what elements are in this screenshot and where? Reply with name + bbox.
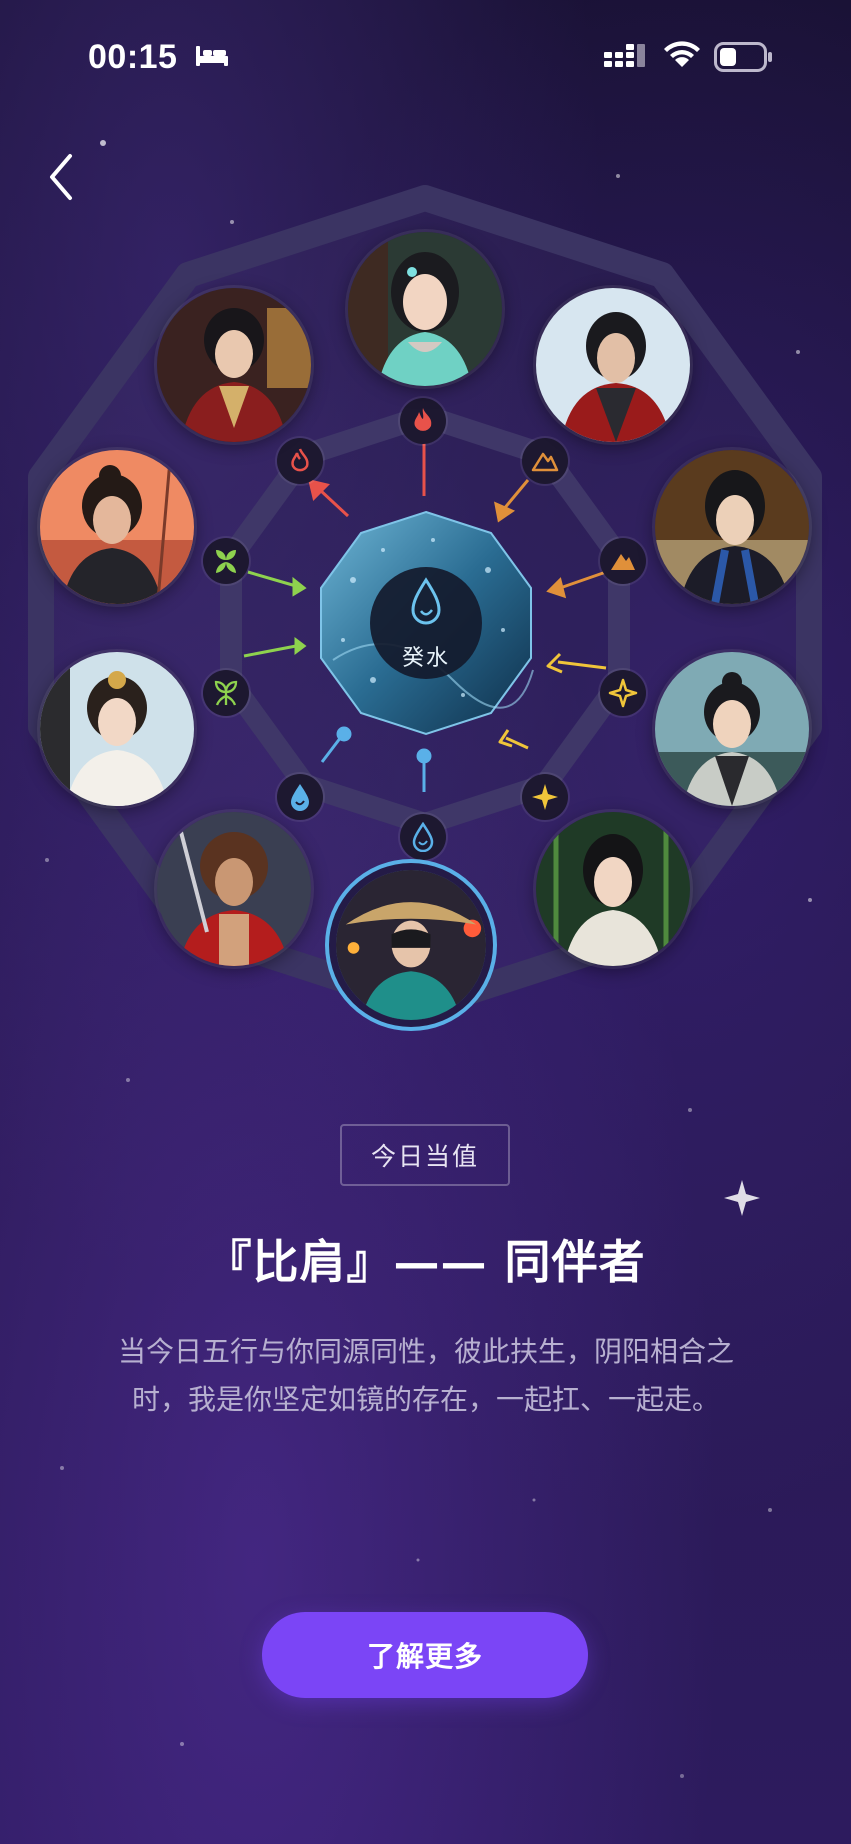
- character-red-vest-fighter[interactable]: [157, 812, 311, 966]
- five-elements-wheel: 癸水: [0, 180, 851, 1080]
- character-dark-haired-warrior[interactable]: [655, 450, 809, 604]
- wifi-icon: [662, 40, 702, 74]
- leaf-icon[interactable]: [203, 538, 249, 584]
- bed-icon: [194, 44, 230, 72]
- character-white-robed-lady[interactable]: [40, 652, 194, 806]
- water-drop-icon[interactable]: [400, 814, 446, 860]
- character-crimson-noble[interactable]: [157, 288, 311, 442]
- character-topknot-youth[interactable]: [655, 652, 809, 806]
- battery-icon: [714, 42, 774, 76]
- character-sunset-swordsman[interactable]: [40, 450, 194, 604]
- mountain-icon[interactable]: [600, 538, 646, 584]
- character-bamboo-maiden[interactable]: [536, 812, 690, 966]
- center-element-disc: 癸水: [313, 510, 539, 736]
- center-element-label: 癸水: [401, 646, 450, 671]
- character-red-coat-swordsman[interactable]: [536, 288, 690, 442]
- leaf-icon[interactable]: [203, 670, 249, 716]
- cellular-signal-icon: [604, 44, 648, 74]
- water-drop-icon[interactable]: [277, 774, 323, 820]
- mountain-icon[interactable]: [522, 438, 568, 484]
- learn-more-button[interactable]: 了解更多: [262, 1612, 588, 1698]
- character-jade-maiden[interactable]: [348, 232, 502, 386]
- diamond-icon[interactable]: [600, 670, 646, 716]
- description-text: 当今日五行与你同源同性，彼此扶生，阴阳相合之时，我是你坚定如镜的存在，一起扛、一…: [117, 1335, 734, 1416]
- character-straw-hat-traveler[interactable]: [336, 870, 486, 1020]
- fire-icon[interactable]: [277, 438, 323, 484]
- status-bar: 00:15: [0, 0, 851, 110]
- today-on-duty-tag: 今日当值: [340, 1124, 510, 1186]
- status-time: 00:15: [88, 38, 178, 76]
- fire-icon[interactable]: [400, 398, 446, 444]
- headline: 『比肩』—— 同伴者: [205, 1235, 646, 1289]
- diamond-icon[interactable]: [522, 774, 568, 820]
